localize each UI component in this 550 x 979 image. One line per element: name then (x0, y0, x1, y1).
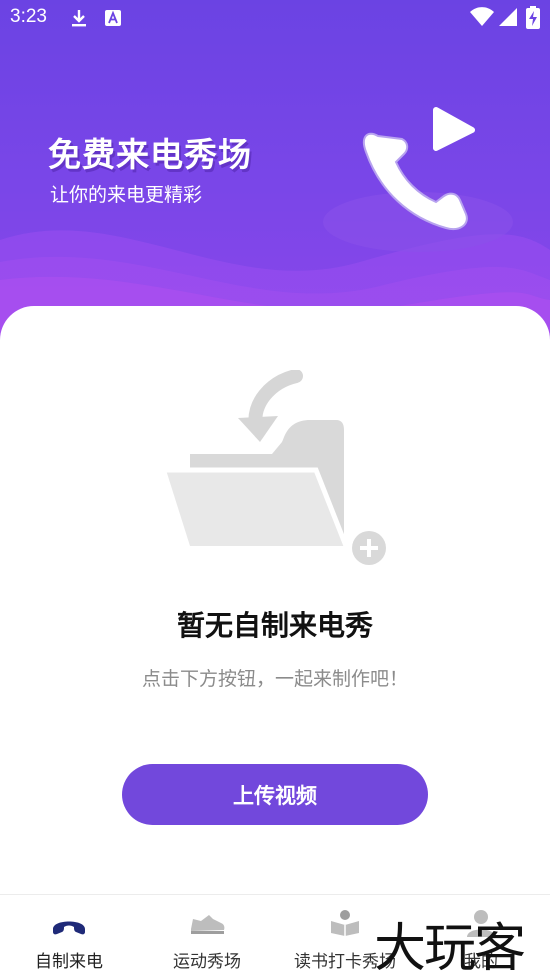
tab-self-made-call[interactable]: 自制来电 (0, 895, 138, 979)
reading-book-icon (331, 910, 359, 936)
signal-icon (499, 8, 517, 26)
download-icon (72, 10, 86, 27)
hero-title: 免费来电秀场 (48, 135, 252, 174)
status-bar: 3:23 (0, 0, 550, 38)
tab-label: 自制来电 (35, 952, 103, 972)
sneaker-icon (191, 915, 225, 934)
tab-sports-show[interactable]: 运动秀场 (138, 895, 276, 979)
phone-handset-icon (53, 921, 85, 935)
folder-add-icon (166, 370, 386, 565)
empty-state-title: 暂无自制来电秀 (176, 609, 373, 642)
hero-subtitle: 让你的来电更精彩 (50, 184, 203, 206)
phone-call-play-icon (362, 107, 475, 230)
status-time: 3:23 (10, 6, 47, 27)
empty-state-hint: 点击下方按钮，一起来制作吧！ (141, 668, 408, 690)
battery-charging-icon (526, 6, 540, 29)
watermark-logo: 大玩客 (374, 919, 526, 979)
tab-label: 运动秀场 (173, 952, 241, 972)
wifi-icon (470, 7, 494, 26)
a-notification-icon (105, 10, 121, 26)
hero-banner: 3:23 免费来电秀场 让你的来电更精彩 (0, 0, 550, 340)
upload-video-button[interactable]: 上传视频 (122, 764, 428, 825)
